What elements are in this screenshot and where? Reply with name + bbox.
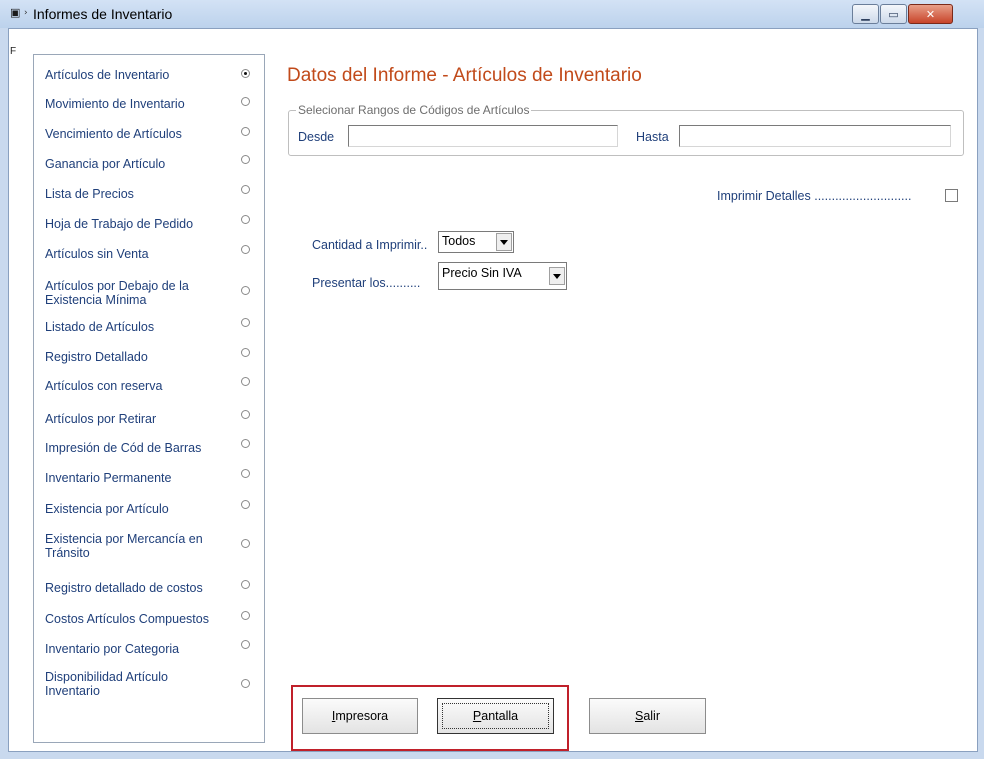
desde-input[interactable]	[348, 125, 618, 147]
radio-button[interactable]	[241, 469, 250, 478]
sidebar-item-label: Costos Artículos Compuestos	[45, 612, 209, 626]
sidebar-item-label: Lista de Precios	[45, 187, 134, 201]
sidebar-item-label: Artículos sin Venta	[45, 247, 149, 261]
sidebar-item-label: Artículos por Debajo de la Existencia Mí…	[45, 279, 189, 307]
pantalla-button[interactable]: Pantalla	[437, 698, 554, 734]
print-details-label: Imprimir Detalles ......................…	[717, 189, 912, 203]
title-bar[interactable]: ▣ › Informes de Inventario ▁ ▭ ✕	[0, 0, 984, 28]
sidebar-item-label: Ganancia por Artículo	[45, 157, 166, 171]
radio-button[interactable]	[241, 318, 250, 327]
sidebar-item-label: Disponibilidad Artículo Inventario	[45, 670, 168, 698]
sidebar-item-label: Vencimiento de Artículos	[45, 127, 182, 141]
system-menu-arrow-icon: ›	[24, 8, 28, 18]
hasta-label: Hasta	[636, 130, 669, 144]
radio-button[interactable]	[241, 500, 250, 509]
salir-button[interactable]: Salir	[589, 698, 706, 734]
sidebar-item-label: Artículos por Retirar	[45, 412, 157, 426]
radio-button[interactable]	[241, 155, 250, 164]
radio-button[interactable]	[241, 69, 250, 78]
sidebar-item-label: Listado de Artículos	[45, 320, 155, 334]
radio-button[interactable]	[241, 410, 250, 419]
impresora-button[interactable]: Impresora	[302, 698, 418, 734]
sidebar-item-label: Existencia por Artículo	[45, 502, 169, 516]
hasta-input[interactable]	[679, 125, 951, 147]
radio-button[interactable]	[241, 127, 250, 136]
sidebar-item-label: Inventario por Categoria	[45, 642, 180, 656]
sidebar-item-label: Artículos con reserva	[45, 379, 163, 393]
radio-button[interactable]	[241, 286, 250, 295]
radio-button[interactable]	[241, 439, 250, 448]
quantity-dropdown-button[interactable]	[496, 233, 512, 251]
app-icon[interactable]: ▣	[10, 7, 22, 19]
salir-label: alir	[643, 709, 660, 723]
window-title: Informes de Inventario	[33, 6, 173, 22]
report-title: Datos del Informe - Artículos de Inventa…	[287, 65, 642, 86]
sidebar-item-label: Inventario Permanente	[45, 471, 172, 485]
sidebar-item-label: Movimiento de Inventario	[45, 97, 185, 111]
present-dropdown-button[interactable]	[549, 267, 565, 285]
quantity-select[interactable]: Todos	[438, 231, 514, 253]
quantity-label: Cantidad a Imprimir..	[312, 238, 428, 252]
radio-button[interactable]	[241, 245, 250, 254]
impresora-label: mpresora	[335, 709, 389, 723]
radio-button[interactable]	[241, 377, 250, 386]
radio-button[interactable]	[241, 185, 250, 194]
radio-button[interactable]	[241, 640, 250, 649]
sidebar-item-label: Registro detallado de costos	[45, 581, 203, 595]
sidebar-item-label: Existencia por Mercancía en Tránsito	[45, 532, 203, 560]
minimize-button[interactable]: ▁	[852, 4, 879, 24]
close-button[interactable]: ✕	[908, 4, 953, 24]
desde-label: Desde	[298, 130, 335, 144]
radio-button[interactable]	[241, 539, 250, 548]
sidebar-item-label: Artículos de Inventario	[45, 68, 170, 82]
radio-button[interactable]	[241, 611, 250, 620]
radio-button[interactable]	[241, 679, 250, 688]
radio-button[interactable]	[241, 348, 250, 357]
minimize-icon: ▁	[861, 7, 870, 21]
quantity-value: Todos	[442, 234, 476, 248]
pantalla-label: antalla	[481, 709, 519, 723]
chevron-down-icon	[553, 273, 561, 279]
app-window: ▣ › Informes de Inventario ▁ ▭ ✕ F Artíc…	[0, 0, 984, 759]
sidebar-item-label: Hoja de Trabajo de Pedido	[45, 217, 194, 231]
present-value: Precio Sin IVA	[442, 266, 522, 280]
present-select[interactable]: Precio Sin IVA	[438, 262, 567, 290]
maximize-icon: ▭	[888, 7, 899, 21]
present-label: Presentar los..........	[312, 276, 421, 290]
sidebar-item-label: Registro Detallado	[45, 350, 148, 364]
radio-button[interactable]	[241, 215, 250, 224]
chevron-down-icon	[500, 239, 508, 245]
radio-button[interactable]	[241, 580, 250, 589]
code-range-caption: Selecionar Rangos de Códigos de Artículo…	[296, 103, 532, 117]
print-details-checkbox[interactable]	[945, 189, 958, 202]
maximize-button[interactable]: ▭	[880, 4, 907, 24]
pantalla-accel: P	[472, 709, 482, 723]
radio-button[interactable]	[241, 97, 250, 106]
form-label: F	[10, 46, 17, 57]
sidebar-item-label: Impresión de Cód de Barras	[45, 441, 202, 455]
close-icon: ✕	[925, 7, 936, 21]
